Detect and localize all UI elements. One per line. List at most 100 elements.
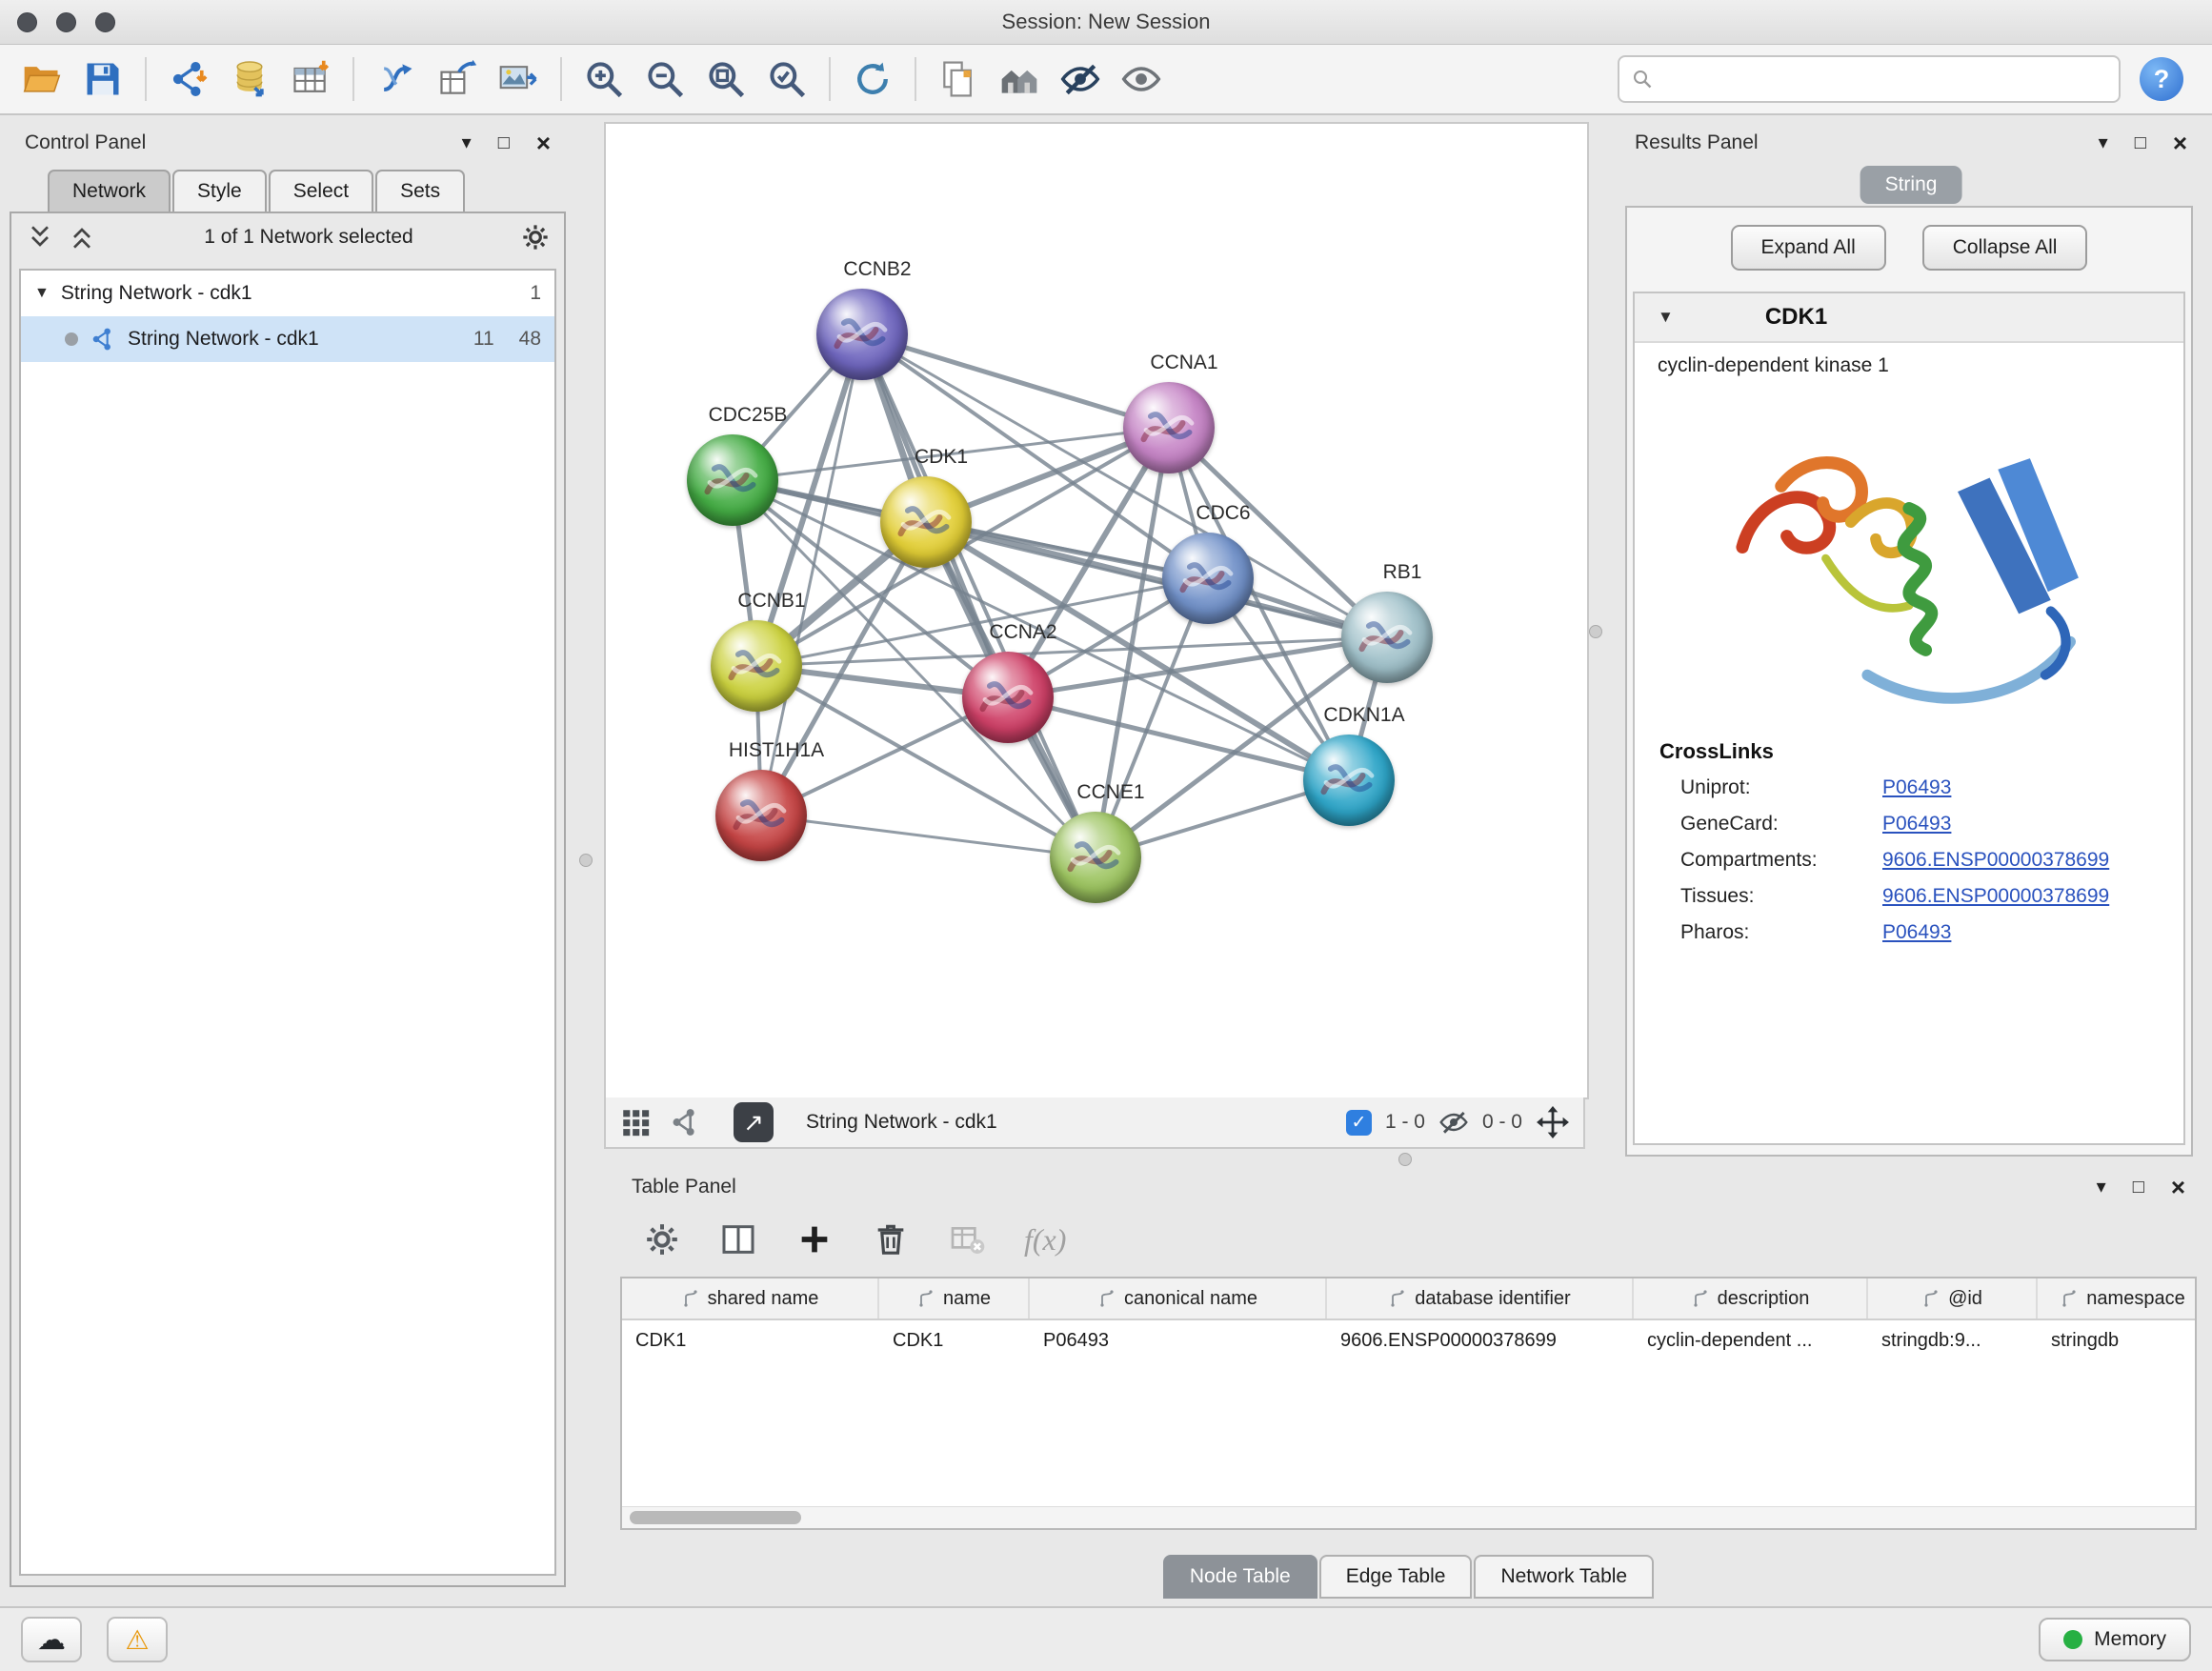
network-node-HIST1H1A[interactable] [715, 770, 807, 861]
float-panel-icon[interactable]: ▾ [2099, 133, 2108, 152]
copy-annotation-button[interactable] [930, 50, 987, 108]
table-cell[interactable]: P06493 [1030, 1330, 1327, 1352]
network-node-CCNA1[interactable] [1123, 382, 1215, 473]
collapse-all-icon[interactable] [25, 222, 55, 252]
table-cell[interactable]: CDK1 [879, 1330, 1030, 1352]
delete-table-button[interactable] [948, 1220, 986, 1258]
table-cell[interactable]: CDK1 [622, 1330, 879, 1352]
add-column-button[interactable] [795, 1220, 834, 1258]
network-collection-row[interactable]: ▼ String Network - cdk1 1 [21, 271, 554, 316]
close-panel-icon[interactable]: × [2173, 131, 2187, 155]
tab-style[interactable]: Style [172, 170, 267, 211]
export-image-button[interactable] [490, 50, 547, 108]
network-node-CCNA2[interactable] [962, 652, 1054, 743]
tab-select[interactable]: Select [269, 170, 373, 211]
table-row[interactable]: CDK1CDK1P064939606.ENSP00000378699cyclin… [622, 1320, 2195, 1360]
zoom-fit-button[interactable] [697, 50, 754, 108]
tab-node-table[interactable]: Node Table [1163, 1555, 1317, 1599]
search-box[interactable] [1618, 55, 2121, 103]
protein-section-header[interactable]: ▼ CDK1 [1635, 293, 2183, 343]
tab-network-table[interactable]: Network Table [1474, 1555, 1654, 1599]
network-node-CCNB1[interactable] [711, 620, 802, 712]
tab-string[interactable]: String [1860, 166, 1962, 204]
network-node-CDC6[interactable] [1162, 533, 1254, 624]
expand-all-button[interactable]: Expand All [1731, 225, 1886, 271]
tab-sets[interactable]: Sets [375, 170, 465, 211]
float-panel-icon[interactable]: ▾ [462, 133, 472, 152]
cloud-services-button[interactable]: ☁ [21, 1617, 82, 1662]
table-cell[interactable]: stringdb [2038, 1330, 2197, 1352]
network-node-CDKN1A[interactable] [1303, 735, 1395, 826]
close-window-button[interactable] [17, 12, 37, 32]
network-node-RB1[interactable] [1341, 592, 1433, 683]
tab-network[interactable]: Network [48, 170, 171, 211]
table-cell[interactable]: cyclin-dependent ... [1634, 1330, 1868, 1352]
network-from-selection-button[interactable] [368, 50, 425, 108]
zoom-in-button[interactable] [575, 50, 633, 108]
column-header-namespace[interactable]: namespace [2038, 1278, 2197, 1319]
crosslink-value-link[interactable]: 9606.ENSP00000378699 [1882, 885, 2109, 908]
network-row[interactable]: String Network - cdk1 11 48 [21, 316, 554, 362]
scrollbar-thumb[interactable] [630, 1511, 801, 1524]
minimize-window-button[interactable] [56, 12, 76, 32]
birdseye-view-button[interactable] [669, 1106, 701, 1138]
maximize-panel-icon[interactable]: □ [2135, 133, 2146, 152]
network-node-CCNE1[interactable] [1050, 812, 1141, 903]
open-in-window-button[interactable]: ↗ [734, 1102, 774, 1142]
zoom-window-button[interactable] [95, 12, 115, 32]
table-settings-button[interactable] [643, 1220, 681, 1258]
network-and-table-button[interactable] [429, 50, 486, 108]
splitter-handle[interactable] [579, 854, 593, 867]
network-node-CCNB2[interactable] [816, 289, 908, 380]
save-session-button[interactable] [74, 50, 131, 108]
close-panel-icon[interactable]: × [536, 131, 551, 155]
function-builder-button[interactable]: f(x) [1024, 1222, 1066, 1258]
horizontal-scrollbar[interactable] [622, 1506, 2195, 1528]
show-columns-button[interactable] [719, 1220, 757, 1258]
collapse-all-button[interactable]: Collapse All [1922, 225, 2088, 271]
column-header-database-identifier[interactable]: database identifier [1327, 1278, 1634, 1319]
zoom-selected-button[interactable] [758, 50, 815, 108]
table-cell[interactable]: stringdb:9... [1868, 1330, 2038, 1352]
network-edge[interactable] [862, 334, 1096, 857]
column-header-description[interactable]: description [1634, 1278, 1868, 1319]
collapse-arrow-icon[interactable]: ▼ [1658, 308, 1674, 327]
column-header-name[interactable]: name [879, 1278, 1030, 1319]
tab-edge-table[interactable]: Edge Table [1319, 1555, 1473, 1599]
crosslink-value-link[interactable]: P06493 [1882, 921, 1951, 944]
table-cell[interactable]: 9606.ENSP00000378699 [1327, 1330, 1634, 1352]
float-panel-icon[interactable]: ▾ [2097, 1178, 2106, 1197]
maximize-panel-icon[interactable]: □ [2133, 1178, 2144, 1197]
grid-view-button[interactable] [619, 1106, 652, 1138]
delete-column-button[interactable] [872, 1220, 910, 1258]
memory-button[interactable]: Memory [2039, 1618, 2191, 1661]
import-table-button[interactable] [282, 50, 339, 108]
network-node-CDC25B[interactable] [687, 434, 778, 526]
crosslink-value-link[interactable]: P06493 [1882, 776, 1951, 799]
import-network-database-button[interactable] [221, 50, 278, 108]
collapse-arrow-icon[interactable]: ▼ [34, 285, 50, 302]
hidden-eye-icon[interactable] [1438, 1107, 1469, 1137]
column-header-canonical-name[interactable]: canonical name [1030, 1278, 1327, 1319]
expand-all-icon[interactable] [67, 222, 97, 252]
network-node-CDK1[interactable] [880, 476, 972, 568]
refresh-button[interactable] [844, 50, 901, 108]
import-network-file-button[interactable] [160, 50, 217, 108]
gear-icon[interactable] [520, 222, 551, 252]
home-button[interactable] [991, 50, 1048, 108]
column-header--id[interactable]: @id [1868, 1278, 2038, 1319]
crosslink-value-link[interactable]: 9606.ENSP00000378699 [1882, 849, 2109, 872]
close-panel-icon[interactable]: × [2171, 1175, 2185, 1199]
hide-selected-button[interactable] [1052, 50, 1109, 108]
fit-content-icon[interactable] [1536, 1105, 1570, 1139]
column-header-shared-name[interactable]: shared name [622, 1278, 879, 1319]
warnings-button[interactable]: ⚠ [107, 1617, 168, 1662]
zoom-out-button[interactable] [636, 50, 694, 108]
help-button[interactable]: ? [2140, 57, 2183, 101]
splitter-handle[interactable] [1589, 625, 1602, 638]
show-all-button[interactable] [1113, 50, 1170, 108]
maximize-panel-icon[interactable]: □ [498, 133, 510, 152]
search-input[interactable] [1663, 68, 2107, 91]
network-canvas[interactable]: CCNB2CCNA1CDC25BCDK1CDC6RB1CCNB1CCNA2CDK… [604, 122, 1589, 1099]
network-edge[interactable] [761, 815, 1096, 857]
